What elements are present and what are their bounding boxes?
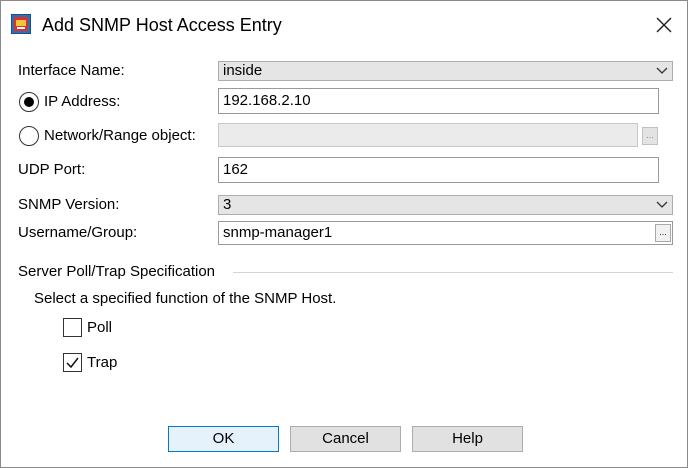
username-group-browse-button[interactable]: ...	[655, 224, 671, 242]
interface-name-label: Interface Name:	[18, 62, 125, 79]
snmp-host-dialog: Add SNMP Host Access Entry Interface Nam…	[0, 0, 688, 468]
network-range-browse-button: ...	[642, 127, 658, 145]
group-divider	[233, 272, 673, 273]
server-spec-title: Server Poll/Trap Specification	[18, 263, 216, 280]
cancel-button[interactable]: Cancel	[290, 426, 401, 452]
network-range-input	[218, 123, 638, 147]
username-group-input[interactable]: snmp-manager1	[218, 221, 673, 245]
dialog-title: Add SNMP Host Access Entry	[42, 15, 282, 35]
interface-name-value: inside	[223, 62, 263, 79]
udp-port-input[interactable]: 162	[218, 157, 659, 183]
snmp-app-icon	[11, 14, 31, 34]
close-icon[interactable]	[651, 12, 677, 38]
snmp-version-label: SNMP Version:	[18, 196, 120, 213]
help-button[interactable]: Help	[412, 426, 523, 452]
chevron-down-icon	[656, 67, 668, 74]
interface-name-select[interactable]: inside	[218, 61, 673, 81]
ip-address-label: IP Address:	[44, 93, 121, 110]
ip-address-input[interactable]: 192.168.2.10	[218, 88, 659, 114]
username-group-label: Username/Group:	[18, 224, 138, 241]
username-group-value: snmp-manager1	[223, 224, 333, 241]
snmp-version-select[interactable]: 3	[218, 195, 673, 215]
poll-checkbox[interactable]	[63, 318, 82, 337]
udp-port-label: UDP Port:	[18, 161, 86, 178]
network-range-label: Network/Range object:	[44, 127, 196, 144]
trap-label[interactable]: Trap	[87, 353, 117, 373]
chevron-down-icon	[656, 201, 668, 208]
title-bar: Add SNMP Host Access Entry	[1, 1, 687, 47]
ok-button[interactable]: OK	[168, 426, 279, 452]
ip-address-radio[interactable]	[19, 92, 39, 112]
checkmark-icon	[66, 357, 79, 369]
network-range-radio[interactable]	[19, 126, 39, 146]
trap-checkbox[interactable]	[63, 353, 82, 372]
snmp-version-value: 3	[223, 196, 232, 213]
server-spec-description: Select a specified function of the SNMP …	[34, 290, 337, 307]
poll-label[interactable]: Poll	[87, 318, 112, 338]
